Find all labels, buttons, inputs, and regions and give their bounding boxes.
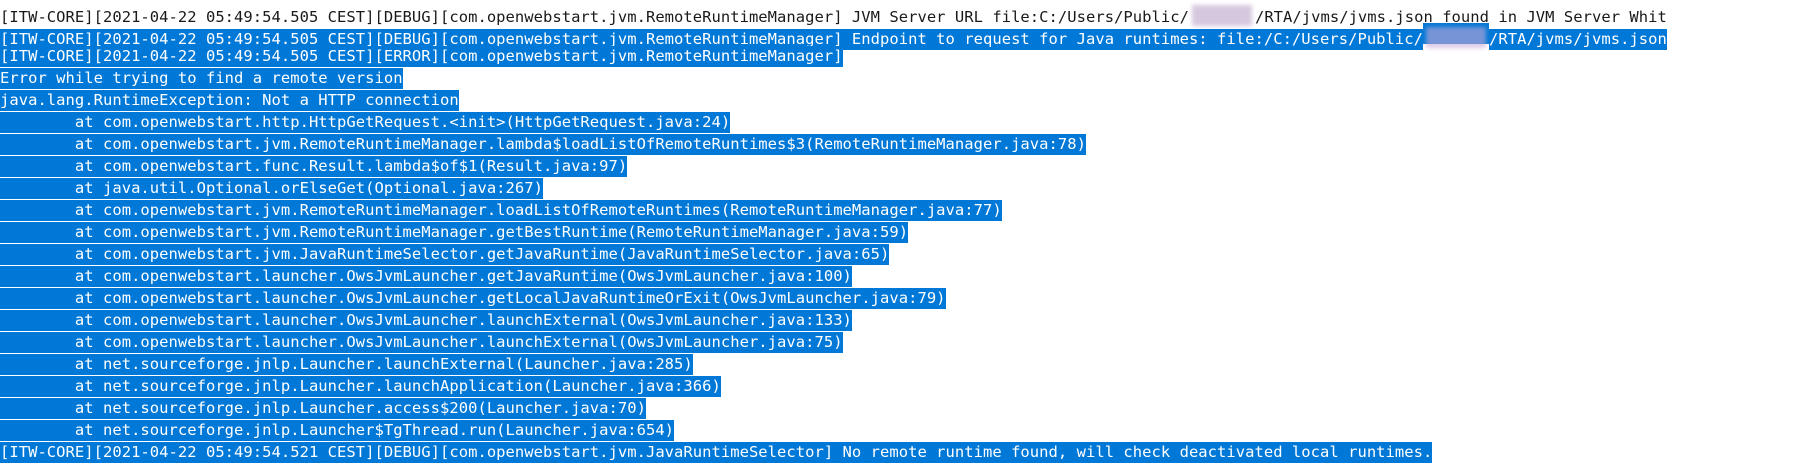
- log-line[interactable]: at com.openwebstart.http.HttpGetRequest.…: [0, 111, 1667, 133]
- log-line[interactable]: at java.util.Optional.orElseGet(Optional…: [0, 177, 1667, 199]
- log-line[interactable]: [ITW-CORE][2021-04-22 05:49:54.521 CEST]…: [0, 441, 1667, 463]
- log-line[interactable]: at com.openwebstart.launcher.OwsJvmLaunc…: [0, 287, 1667, 309]
- log-line[interactable]: Error while trying to find a remote vers…: [0, 67, 1667, 89]
- log-line[interactable]: at com.openwebstart.jvm.JavaRuntimeSelec…: [0, 243, 1667, 265]
- log-line-text: at com.openwebstart.launcher.OwsJvmLaunc…: [0, 288, 946, 309]
- log-line-text: [ITW-CORE][2021-04-22 05:49:54.505 CEST]…: [0, 46, 843, 67]
- redaction-wrap: [1189, 1, 1255, 26]
- log-line[interactable]: at net.sourceforge.jnlp.Launcher.launchA…: [0, 375, 1667, 397]
- log-line[interactable]: at com.openwebstart.launcher.OwsJvmLaunc…: [0, 265, 1667, 287]
- log-text-view[interactable]: [ITW-CORE][2021-04-22 05:49:54.505 CEST]…: [0, 1, 1667, 463]
- log-line-text: at com.openwebstart.jvm.RemoteRuntimeMan…: [0, 200, 1002, 221]
- log-line-text: Error while trying to find a remote vers…: [0, 68, 403, 89]
- log-line-text: at net.sourceforge.jnlp.Launcher.launchA…: [0, 376, 721, 397]
- log-line-text: at com.openwebstart.jvm.RemoteRuntimeMan…: [0, 222, 909, 243]
- redaction-blur: [1191, 5, 1252, 26]
- log-line[interactable]: at net.sourceforge.jnlp.Launcher.access$…: [0, 397, 1667, 419]
- log-line-text: [ITW-CORE][2021-04-22 05:49:54.521 CEST]…: [0, 442, 1433, 463]
- log-line[interactable]: at net.sourceforge.jnlp.Launcher.launchE…: [0, 353, 1667, 375]
- log-line-text: java.lang.RuntimeException: Not a HTTP c…: [0, 90, 459, 111]
- log-line[interactable]: at com.openwebstart.launcher.OwsJvmLaunc…: [0, 309, 1667, 331]
- log-line-text: at com.openwebstart.jvm.RemoteRuntimeMan…: [0, 134, 1086, 155]
- log-line[interactable]: at com.openwebstart.jvm.RemoteRuntimeMan…: [0, 199, 1667, 221]
- log-line-tail: /RTA/jvms/jvms.json: [1489, 29, 1667, 50]
- log-line-text: at com.openwebstart.launcher.OwsJvmLaunc…: [0, 266, 852, 287]
- log-line-text: at com.openwebstart.jvm.JavaRuntimeSelec…: [0, 244, 890, 265]
- redaction-blur: [1426, 27, 1486, 48]
- log-line[interactable]: at com.openwebstart.launcher.OwsJvmLaunc…: [0, 331, 1667, 353]
- log-line[interactable]: [ITW-CORE][2021-04-22 05:49:54.505 CEST]…: [0, 23, 1667, 50]
- log-line-text: at com.openwebstart.http.HttpGetRequest.…: [0, 112, 731, 133]
- log-line-text: at net.sourceforge.jnlp.Launcher$TgThrea…: [0, 420, 675, 441]
- log-line[interactable]: at net.sourceforge.jnlp.Launcher$TgThrea…: [0, 419, 1667, 441]
- log-line[interactable]: java.lang.RuntimeException: Not a HTTP c…: [0, 89, 1667, 111]
- log-line[interactable]: at com.openwebstart.jvm.RemoteRuntimeMan…: [0, 133, 1667, 155]
- log-line[interactable]: at com.openwebstart.func.Result.lambda$o…: [0, 155, 1667, 177]
- log-line-text: at java.util.Optional.orElseGet(Optional…: [0, 178, 543, 199]
- log-line[interactable]: at com.openwebstart.jvm.RemoteRuntimeMan…: [0, 221, 1667, 243]
- log-line[interactable]: [ITW-CORE][2021-04-22 05:49:54.505 CEST]…: [0, 1, 1667, 26]
- redaction-wrap: [1423, 23, 1489, 48]
- log-line-text: at com.openwebstart.func.Result.lambda$o…: [0, 156, 628, 177]
- log-line-text: at net.sourceforge.jnlp.Launcher.access$…: [0, 398, 646, 419]
- log-line-text: at com.openwebstart.launcher.OwsJvmLaunc…: [0, 310, 852, 331]
- log-line-text: at com.openwebstart.launcher.OwsJvmLaunc…: [0, 332, 843, 353]
- log-line-text: at net.sourceforge.jnlp.Launcher.launchE…: [0, 354, 693, 375]
